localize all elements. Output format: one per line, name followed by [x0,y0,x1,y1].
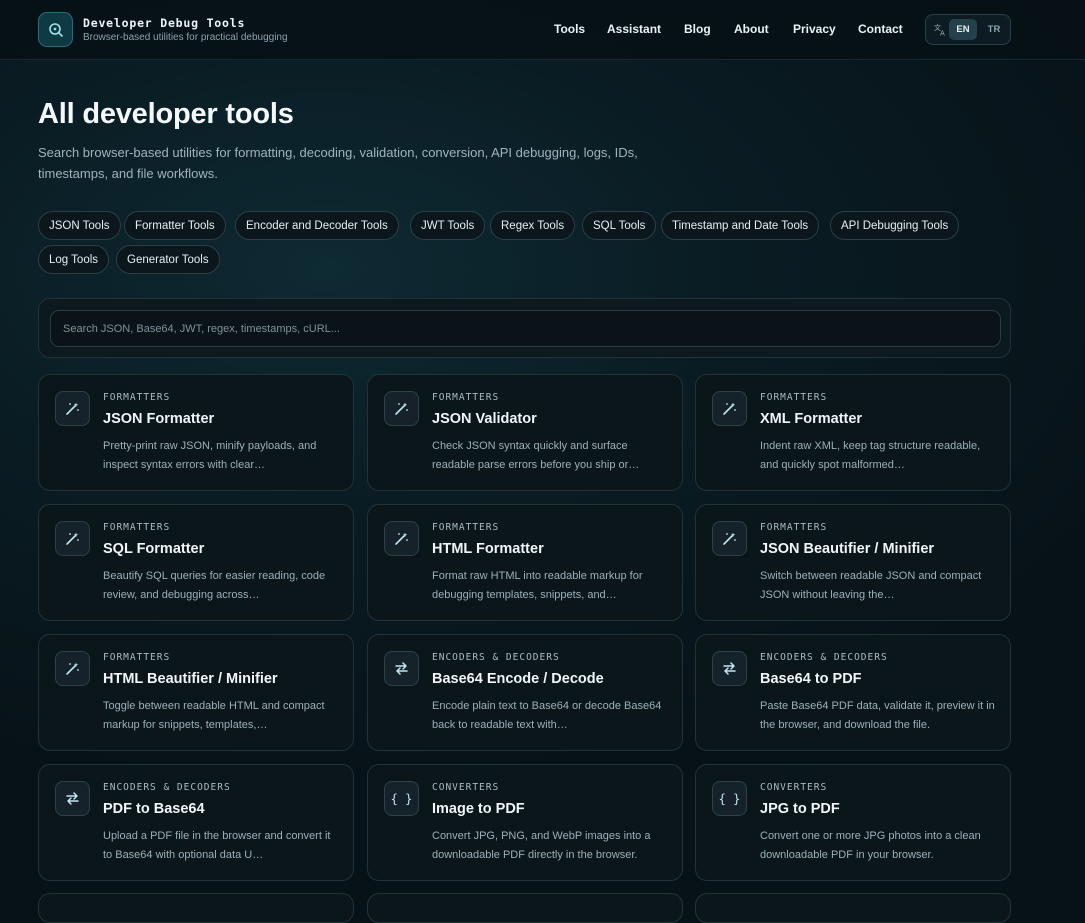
card-description: Convert one or more JPG photos into a cl… [760,830,981,861]
tool-card[interactable]: FORMATTERS SQL Formatter Beautify SQL quer… [38,504,354,621]
card-title[interactable]: PDF to Base64 [103,801,205,817]
tool-card[interactable]: FORMATTERS JSON Validator Check JSON synta… [367,374,683,491]
card-category: FORMATTERS [432,522,500,533]
top-header: Developer Debug Tools Browser-based util… [0,0,1085,60]
translate-icon: 文 A [934,23,947,41]
swap-arrows-icon [55,781,90,816]
chip-api-debugging-tools[interactable]: API Debugging Tools [830,211,960,240]
card-category: CONVERTERS [760,782,828,793]
card-title[interactable]: Image to PDF [432,801,525,817]
braces-icon: { } [712,781,747,816]
card-description: Paste Base64 PDF data, validate it, prev… [760,700,995,731]
card-title[interactable]: Base64 to PDF [760,671,862,687]
nav-contact[interactable]: Contact [858,22,903,36]
card-description: Encode plain text to Base64 or decode Ba… [432,700,662,731]
card-title[interactable]: HTML Beautifier / Minifier [103,671,278,687]
card-category: CONVERTERS [432,782,500,793]
card-description: Pretty-print raw JSON, minify payloads, … [103,440,317,471]
chip-json-tools[interactable]: JSON Tools [38,211,121,240]
brand-subtitle: Browser-based utilities for practical de… [83,32,288,43]
magic-wand-icon [384,391,419,426]
tool-card[interactable]: { } CONVERTERS Image to PDF Convert JPG, PN… [367,764,683,881]
magic-wand-icon [384,521,419,556]
card-description: Check JSON syntax quickly and surface re… [432,440,640,471]
nav-blog[interactable]: Blog [684,22,711,36]
svg-text:A: A [940,30,945,37]
brand-title[interactable]: Developer Debug Tools [83,16,245,30]
nav-tools[interactable]: Tools [554,22,585,36]
card-category: ENCODERS & DECODERS [760,652,888,663]
card-description: Convert JPG, PNG, and WebP images into a… [432,830,651,861]
magic-wand-icon [55,391,90,426]
chip-regex-tools[interactable]: Regex Tools [490,211,576,240]
card-category: FORMATTERS [760,522,828,533]
braces-icon: { } [384,781,419,816]
card-title[interactable]: HTML Formatter [432,541,544,557]
card-description: Toggle between readable HTML and compact… [103,700,325,731]
card-category: ENCODERS & DECODERS [432,652,560,663]
card-category: FORMATTERS [760,392,828,403]
chip-sql-tools[interactable]: SQL Tools [582,211,657,240]
card-category: ENCODERS & DECODERS [103,782,231,793]
search-code-icon[interactable] [38,12,73,47]
card-description: Upload a PDF file in the browser and con… [103,830,331,861]
magic-wand-icon [712,521,747,556]
tool-card[interactable]: FORMATTERS HTML Beautifier / Minifier Togg… [38,634,354,751]
lang-en-button[interactable]: EN [949,19,977,40]
card-title[interactable]: Base64 Encode / Decode [432,671,604,687]
search-input[interactable] [50,310,1001,347]
tool-card[interactable]: { } CONVERTERS JPG to PDF Convert one or mo… [695,764,1011,881]
page-title: All developer tools [38,98,294,130]
tool-card-partial[interactable] [38,893,354,923]
card-title[interactable]: XML Formatter [760,411,862,427]
tool-card[interactable]: ENCODERS & DECODERS Base64 Encode / Decod… [367,634,683,751]
tool-card-partial[interactable] [695,893,1011,923]
chip-generator-tools[interactable]: Generator Tools [116,245,220,274]
language-switcher: 文 A EN TR [925,14,1011,45]
chip-timestamp-date-tools[interactable]: Timestamp and Date Tools [661,211,820,240]
chip-formatter-tools[interactable]: Formatter Tools [124,211,226,240]
magic-wand-icon [712,391,747,426]
card-title[interactable]: JSON Formatter [103,411,214,427]
nav-privacy[interactable]: Privacy [793,22,836,36]
chip-encoder-decoder-tools[interactable]: Encoder and Decoder Tools [235,211,399,240]
magic-wand-icon [55,651,90,686]
lang-tr-button[interactable]: TR [981,19,1007,40]
tool-card[interactable]: ENCODERS & DECODERS Base64 to PDF Paste Ba… [695,634,1011,751]
swap-arrows-icon [712,651,747,686]
card-category: FORMATTERS [432,392,500,403]
chip-log-tools[interactable]: Log Tools [38,245,110,274]
tool-card[interactable]: FORMATTERS XML Formatter Indent raw XML, k… [695,374,1011,491]
card-description: Indent raw XML, keep tag structure reada… [760,440,981,471]
tool-card[interactable]: FORMATTERS JSON Formatter Pretty-print raw… [38,374,354,491]
chip-jwt-tools[interactable]: JWT Tools [410,211,486,240]
magic-wand-icon [55,521,90,556]
tool-card[interactable]: ENCODERS & DECODERS PDF to Base64 Upload a… [38,764,354,881]
tool-card[interactable]: FORMATTERS JSON Beautifier / Minifier Swit… [695,504,1011,621]
search-panel [38,298,1011,358]
nav-assistant[interactable]: Assistant [607,22,661,36]
card-category: FORMATTERS [103,392,171,403]
card-title[interactable]: SQL Formatter [103,541,204,557]
card-category: FORMATTERS [103,652,171,663]
card-description: Beautify SQL queries for easier reading,… [103,570,326,601]
page-description: Search browser-based utilities for forma… [38,145,638,181]
card-category: FORMATTERS [103,522,171,533]
tool-card-partial[interactable] [367,893,683,923]
card-title[interactable]: JSON Beautifier / Minifier [760,541,934,557]
nav-about[interactable]: About [734,22,769,36]
swap-arrows-icon [384,651,419,686]
tool-card[interactable]: FORMATTERS HTML Formatter Format raw HTML … [367,504,683,621]
card-description: Format raw HTML into readable markup for… [432,570,643,601]
card-description: Switch between readable JSON and compact… [760,570,982,601]
card-title[interactable]: JPG to PDF [760,801,840,817]
card-title[interactable]: JSON Validator [432,411,537,427]
